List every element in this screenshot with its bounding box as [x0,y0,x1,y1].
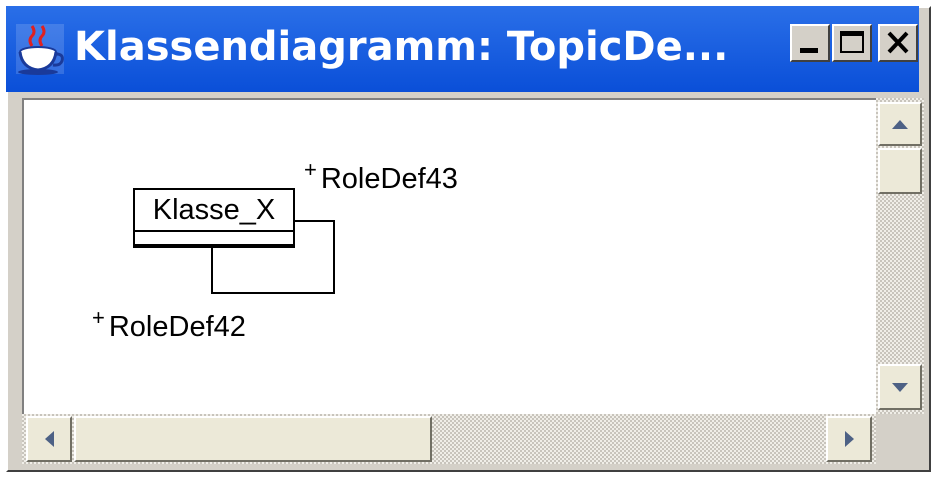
minimize-icon [800,48,818,53]
window-title: Klassendiagramm: TopicDe... [74,24,729,70]
class-name: Klasse_X [135,190,293,232]
scroll-right-button[interactable] [826,416,872,462]
close-button[interactable] [878,24,918,62]
role-name: RoleDef42 [108,311,246,343]
visibility-marker: + [304,157,317,183]
maximize-button[interactable] [832,24,872,62]
uml-class[interactable]: Klasse_X [133,188,295,248]
scroll-up-button[interactable] [878,102,922,146]
arrow-down-icon [892,383,908,392]
horizontal-scroll-thumb[interactable] [74,416,432,462]
role-label[interactable]: + RoleDef42 [92,307,246,344]
java-coffee-cup-icon [14,22,66,76]
vertical-scrollbar[interactable] [876,98,924,414]
maximize-icon [840,31,864,53]
role-label[interactable]: + RoleDef43 [304,159,458,196]
minimize-button[interactable] [790,24,830,62]
arrow-up-icon [892,120,908,129]
horizontal-scrollbar[interactable] [22,414,876,464]
close-icon [887,31,909,54]
association-line[interactable] [333,220,335,294]
arrow-right-icon [845,431,854,447]
arrow-left-icon [45,431,54,447]
role-name: RoleDef43 [320,163,458,195]
title-bar[interactable]: Klassendiagramm: TopicDe... [6,6,919,92]
visibility-marker: + [92,305,105,331]
scrollbar-corner [876,414,924,464]
association-line[interactable] [211,292,335,294]
association-line[interactable] [211,246,213,294]
association-line[interactable] [293,220,335,222]
scroll-left-button[interactable] [26,416,72,462]
class-attributes [135,232,293,246]
scroll-down-button[interactable] [878,364,922,410]
diagram-canvas[interactable]: Klasse_X + RoleDef43 + RoleDef42 [22,98,876,414]
vertical-scroll-thumb[interactable] [878,148,922,194]
